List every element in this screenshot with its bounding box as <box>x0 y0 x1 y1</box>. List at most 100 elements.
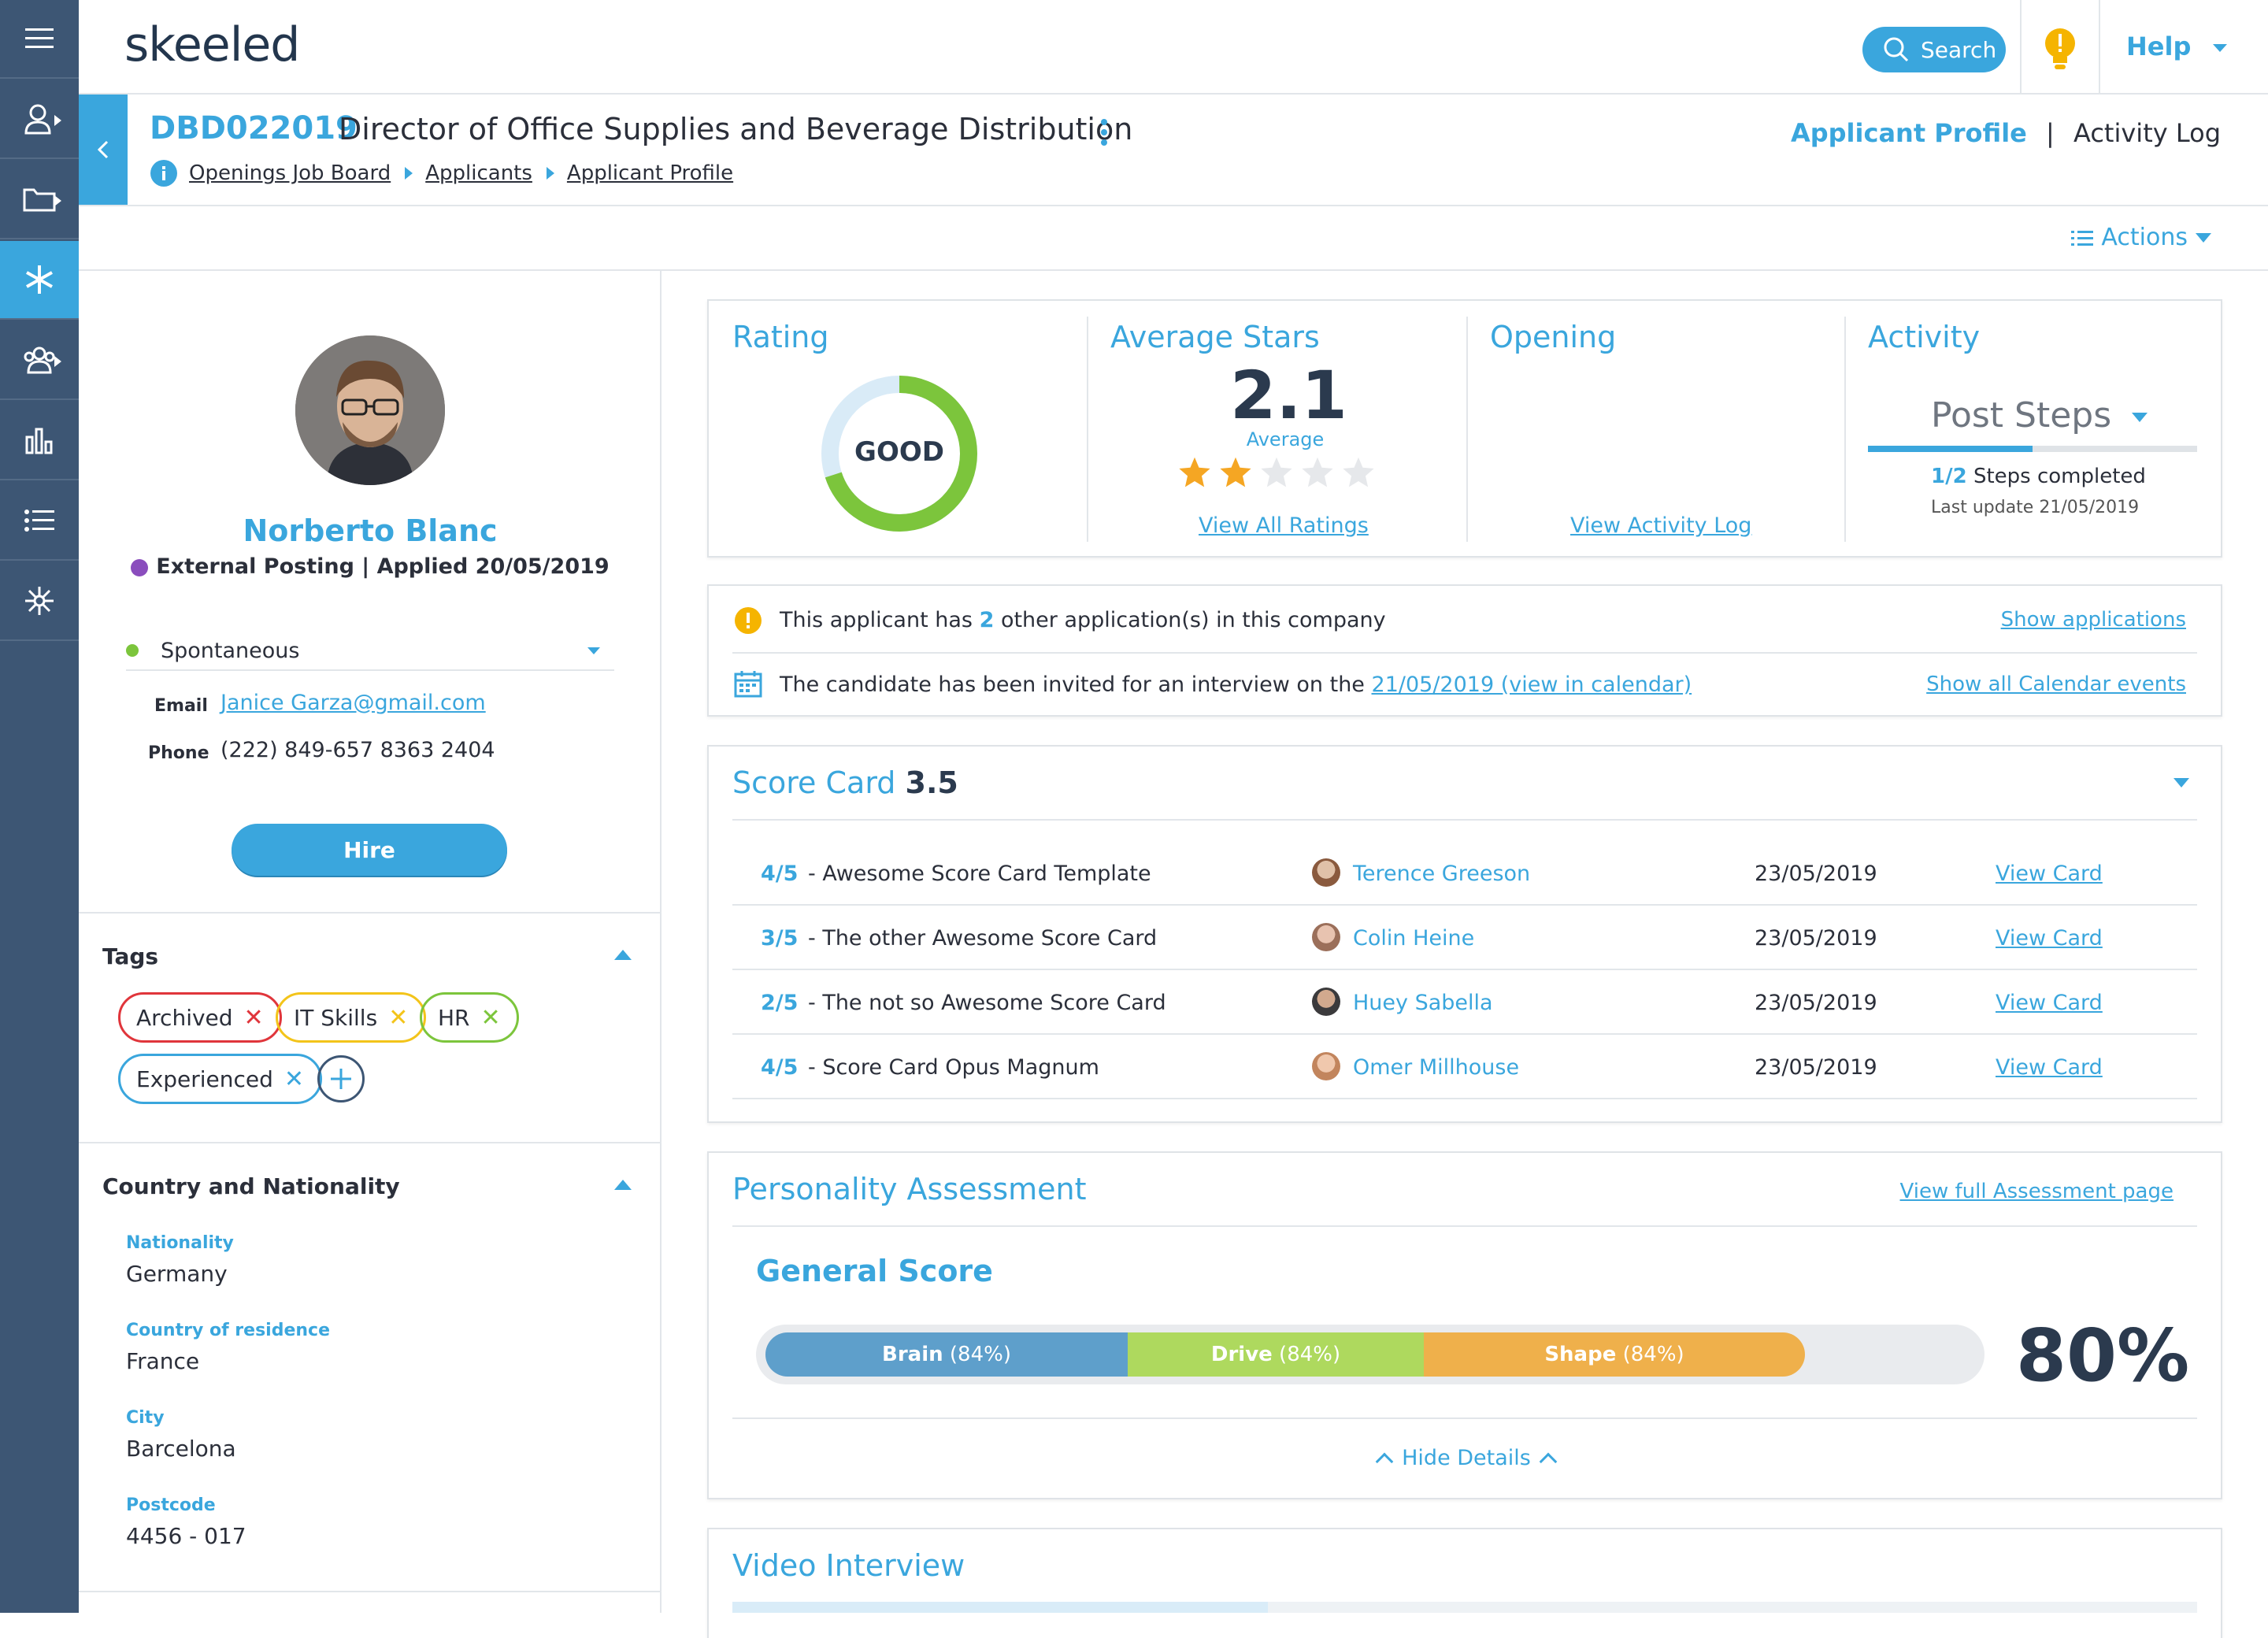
row-reviewer[interactable]: Omer Millhouse <box>1353 1055 1519 1080</box>
collapse-icon[interactable] <box>614 950 632 960</box>
status-select[interactable]: Spontaneous <box>126 632 614 671</box>
overall-score: 80% <box>2016 1314 2190 1398</box>
breadcrumb-applicants[interactable]: Applicants <box>425 161 532 185</box>
applicant-name: Norberto Blanc <box>243 513 498 548</box>
tab-applicant-profile[interactable]: Applicant Profile <box>1791 118 2027 148</box>
list-icon[interactable] <box>0 482 79 561</box>
info-icon <box>150 160 177 187</box>
hire-button[interactable]: Hire <box>232 824 507 876</box>
row-reviewer[interactable]: Terence Greeson <box>1353 862 1530 886</box>
tag-hr: HR ✕ <box>420 992 519 1043</box>
row-score: 3/5 <box>761 926 799 951</box>
row-reviewer[interactable]: Colin Heine <box>1353 926 1474 951</box>
hide-details-button[interactable]: Hide Details <box>709 1446 2224 1471</box>
view-all-ratings-link[interactable]: View All Ratings <box>1199 513 1369 538</box>
group-icon[interactable] <box>0 321 79 400</box>
email-link[interactable]: Janice Garza@gmail.com <box>220 691 486 715</box>
nationality-label: Nationality <box>126 1233 234 1253</box>
chevron-down-icon <box>2132 413 2148 422</box>
segment-pct: (84%) <box>1622 1343 1684 1366</box>
chevron-down-icon[interactable] <box>2174 778 2189 788</box>
job-code: DBD022019 <box>150 110 358 146</box>
view-card-link[interactable]: View Card <box>1996 991 2103 1015</box>
network-icon[interactable] <box>0 562 79 641</box>
tag-experienced: Experienced ✕ <box>118 1054 323 1104</box>
segment-pct: (84%) <box>1279 1343 1341 1366</box>
calendar-icon <box>734 671 762 698</box>
job-header: DBD022019 Director of Office Supplies an… <box>79 94 2268 206</box>
help-label: Help <box>2126 32 2192 61</box>
tag-it-skills: IT Skills ✕ <box>276 992 427 1043</box>
video-progress-track <box>732 1602 2197 1613</box>
scorecard-score: 3.5 <box>905 765 958 800</box>
search-button[interactable]: Search <box>1862 27 2006 72</box>
segment-pct: (84%) <box>949 1343 1011 1366</box>
view-activity-link[interactable]: View Activity Log <box>1570 513 1751 538</box>
breadcrumb-openings[interactable]: Openings Job Board <box>189 161 391 185</box>
chart-icon[interactable] <box>0 402 79 480</box>
more-vertical-icon[interactable] <box>1099 118 1109 150</box>
breadcrumb-applicant-profile[interactable]: Applicant Profile <box>567 161 733 185</box>
collapse-icon[interactable] <box>614 1180 632 1190</box>
chevron-up-icon <box>1375 1452 1394 1471</box>
row-reviewer[interactable]: Huey Sabella <box>1353 991 1493 1015</box>
help-menu[interactable]: Help <box>2126 32 2227 61</box>
star-filled-icon <box>1179 457 1210 487</box>
row-score: 4/5 <box>761 1055 799 1080</box>
posting-info: External Posting | Applied 20/05/2019 <box>79 554 662 579</box>
profile-tabs: Applicant Profile | Activity Log <box>1791 118 2221 148</box>
video-progress-fill <box>732 1602 1268 1613</box>
chevron-down-icon <box>2212 44 2227 52</box>
user-icon[interactable] <box>0 80 79 159</box>
star-rating <box>1177 455 1394 490</box>
show-calendar-link[interactable]: Show all Calendar events <box>1926 673 2186 696</box>
actions-bar: Actions <box>79 206 2268 271</box>
steps-text: Steps completed <box>1973 465 2146 488</box>
city-value: Barcelona <box>126 1436 236 1462</box>
lightbulb-icon[interactable] <box>2042 27 2078 72</box>
full-assessment-link[interactable]: View full Assessment page <box>1900 1180 2174 1203</box>
view-card-link[interactable]: View Card <box>1996 926 2103 951</box>
apps-count: 2 <box>979 608 995 632</box>
phone-label: Phone <box>148 743 209 763</box>
source-dot <box>131 558 149 576</box>
row-name: - Score Card Opus Magnum <box>808 1055 1099 1080</box>
list-icon <box>2071 230 2094 246</box>
close-icon[interactable]: ✕ <box>244 1004 264 1032</box>
apps-suffix: other application(s) in this company <box>994 608 1386 632</box>
rating-title: Rating <box>732 320 829 354</box>
avatar <box>1312 988 1340 1016</box>
warning-icon <box>735 607 762 634</box>
close-icon[interactable]: ✕ <box>284 1065 304 1093</box>
personality-card: Personality Assessment View full Assessm… <box>707 1151 2222 1499</box>
menu-icon[interactable] <box>0 0 79 79</box>
status-value: Spontaneous <box>161 638 300 663</box>
avg-label: Average <box>1246 428 1325 450</box>
segment-name: Drive <box>1210 1343 1273 1366</box>
top-header: skeeled Search Help <box>79 0 2268 94</box>
notices-card: This applicant has 2 other application(s… <box>707 584 2222 717</box>
view-calendar-link[interactable]: 21/05/2019 (view in calendar) <box>1372 673 1692 697</box>
plus-icon[interactable] <box>317 1055 365 1102</box>
back-button[interactable] <box>79 94 128 205</box>
show-applications-link[interactable]: Show applications <box>2001 608 2186 632</box>
actions-menu[interactable]: Actions <box>2071 224 2211 251</box>
interview-prefix: The candidate has been invited for an in… <box>780 673 1372 697</box>
view-card-link[interactable]: View Card <box>1996 862 2103 886</box>
asterisk-icon[interactable] <box>0 241 79 320</box>
table-row: 3/5 - The other Awesome Score Card Colin… <box>732 906 2197 970</box>
apps-prefix: This applicant has <box>780 608 980 632</box>
actions-label: Actions <box>2101 224 2188 251</box>
chevron-up-icon <box>1539 1452 1558 1471</box>
close-icon[interactable]: ✕ <box>481 1004 501 1032</box>
row-date: 23/05/2019 <box>1755 991 1877 1015</box>
close-icon[interactable]: ✕ <box>388 1004 408 1032</box>
tab-activity-log[interactable]: Activity Log <box>2073 118 2221 148</box>
posting-text: External Posting | Applied 20/05/2019 <box>156 554 610 579</box>
left-nav-rail <box>0 0 79 1613</box>
post-steps-select[interactable]: Post Steps <box>1931 395 2148 435</box>
folder-icon[interactable] <box>0 161 79 239</box>
star-empty-icon <box>1343 457 1374 487</box>
view-card-link[interactable]: View Card <box>1996 1055 2103 1080</box>
tags-title: Tags <box>102 943 159 969</box>
